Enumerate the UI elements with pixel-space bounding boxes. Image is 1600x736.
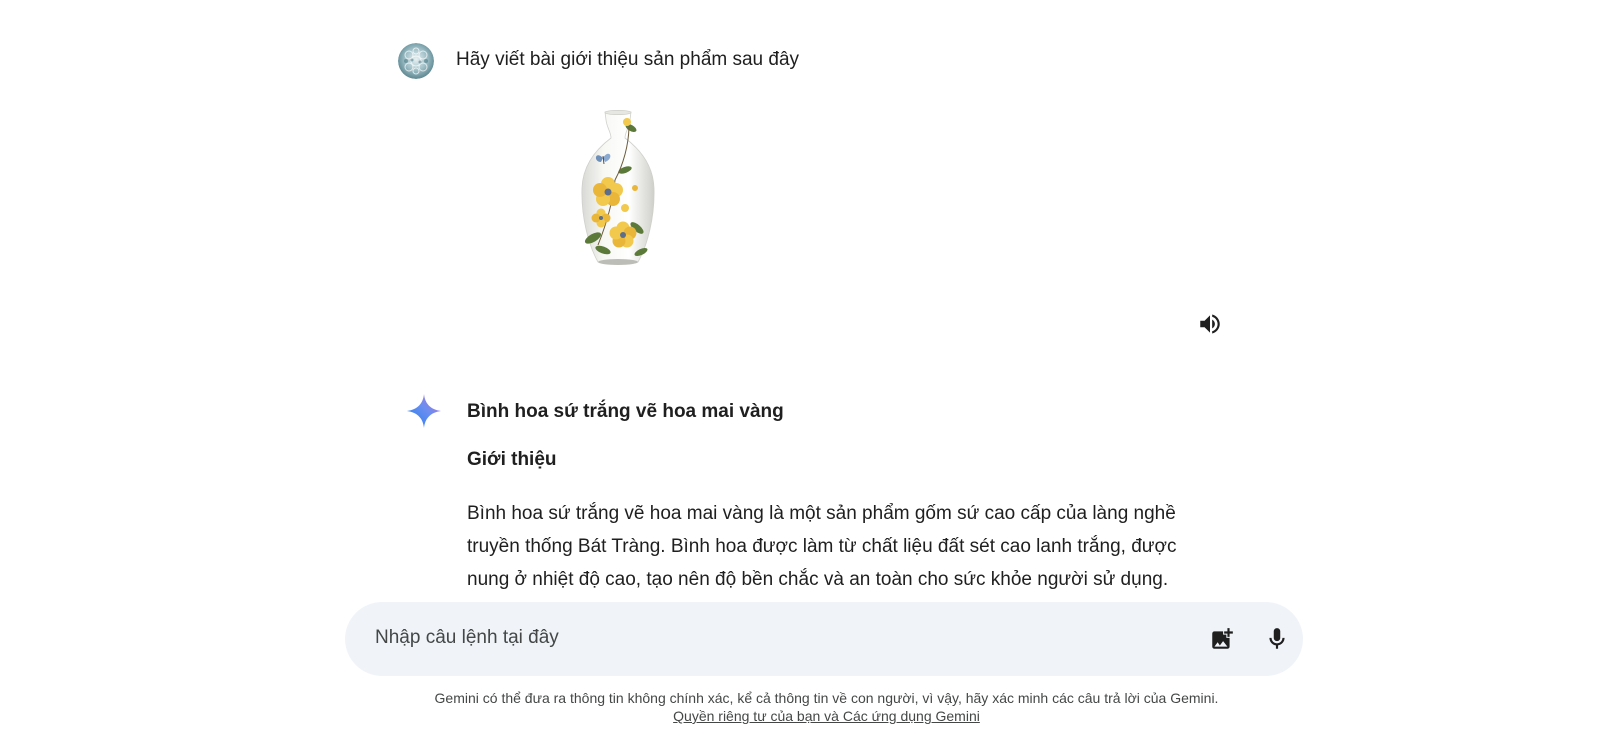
prompt-input-placeholder[interactable]: Nhập câu lệnh tại đây — [375, 627, 559, 649]
microphone-icon — [1269, 628, 1285, 649]
user-prompt-text: Hãy viết bài giới thiệu sản phẩm sau đây — [456, 49, 800, 70]
response-title: Bình hoa sứ trắng vẽ hoa mai vàng — [467, 401, 784, 422]
response-line: nung ở nhiệt độ cao, tạo nên độ bền chắc… — [467, 569, 1169, 590]
volume-up-icon — [1200, 314, 1220, 334]
add-photo-icon — [1212, 628, 1233, 649]
upload-image-button[interactable] — [1206, 623, 1238, 655]
response-line: Bình hoa sứ trắng vẽ hoa mai vàng là một… — [467, 503, 1176, 524]
read-aloud-button[interactable] — [1196, 310, 1224, 338]
privacy-link[interactable]: Quyền riêng tư của bạn và Các ứng dụng G… — [673, 708, 980, 724]
attached-vase-image[interactable] — [563, 109, 673, 270]
response-heading: Giới thiệu — [467, 449, 557, 470]
prompt-input-bar[interactable]: Nhập câu lệnh tại đây — [345, 602, 1303, 676]
response-paragraph: Bình hoa sứ trắng vẽ hoa mai vàng là một… — [467, 497, 1187, 596]
disclaimer-text: Gemini có thể đưa ra thông tin không chí… — [434, 690, 1219, 706]
microphone-button[interactable] — [1261, 623, 1293, 655]
response-line: truyền thống Bát Tràng. Bình hoa được là… — [467, 536, 1177, 557]
user-avatar[interactable] — [398, 43, 434, 79]
privacy-link-row: Quyền riêng tư của bạn và Các ứng dụng G… — [0, 708, 1600, 724]
gemini-sparkle-icon — [406, 393, 442, 429]
gemini-chat-page: Hãy viết bài giới thiệu sản phẩm sau đây — [0, 0, 1600, 736]
